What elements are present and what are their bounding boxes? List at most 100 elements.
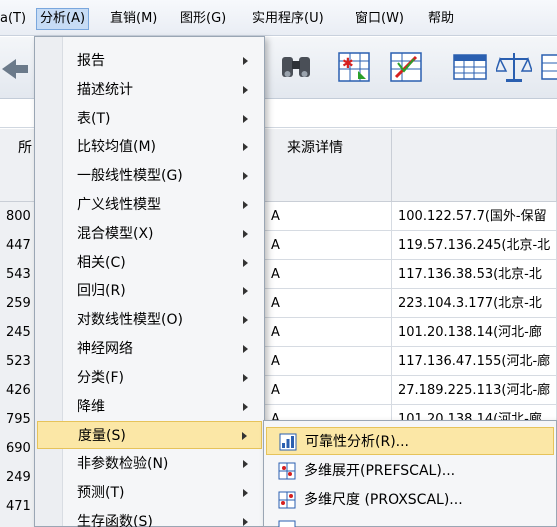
menu-item-label: 广义线性模型: [77, 197, 161, 213]
menu-item[interactable]: 一般线性模型(G): [37, 162, 262, 190]
menu-item[interactable]: 预测(T): [37, 479, 262, 507]
menu-item-label: 生存函数(S): [77, 513, 153, 527]
menu-utilities[interactable]: 实用程序(U): [252, 9, 324, 29]
submenu-arrow-icon: [243, 143, 248, 152]
menu-item[interactable]: 描述统计: [37, 76, 262, 104]
source-detail-cell[interactable]: 27.189.225.113(河北-廊: [392, 376, 557, 405]
submenu-arrow-icon: [243, 57, 248, 65]
submenu-arrow-icon: [243, 345, 248, 353]
menu-item[interactable]: 广义线性模型: [37, 191, 262, 219]
row-number-cell[interactable]: 245: [0, 318, 38, 347]
source-cell[interactable]: A: [265, 347, 392, 376]
menu-item[interactable]: 度量(S): [37, 421, 262, 450]
menu-item[interactable]: 对数线性模型(O): [37, 306, 262, 334]
svg-text:✱: ✱: [342, 56, 354, 72]
menu-item[interactable]: 相关(C): [37, 249, 262, 277]
submenu-arrow-icon: [243, 287, 248, 296]
row-number-cell[interactable]: 795: [0, 405, 38, 434]
split-file-icon[interactable]: [452, 49, 488, 85]
menu-item-label: 非参数检验(N): [77, 456, 169, 473]
column-header-source-detail[interactable]: 来源详情: [265, 129, 392, 202]
menu-item[interactable]: 降维: [37, 393, 262, 421]
menu-item-label: 一般线性模型(G): [77, 168, 183, 185]
menu-item[interactable]: 表(T): [37, 105, 262, 133]
column-header-3[interactable]: [392, 129, 557, 202]
menu-item-label: 分类(F): [77, 369, 124, 386]
submenu-item[interactable]: 多维尺度 (PROXSCAL)...: [266, 486, 554, 514]
menu-item-label: 混合模型(X): [77, 225, 154, 242]
menu-analyze[interactable]: 分析(A): [36, 8, 90, 30]
insert-cases-icon[interactable]: ✱: [336, 49, 372, 85]
column-header-1-label: 所: [18, 140, 32, 156]
row-number-cell[interactable]: 259: [0, 289, 38, 318]
menu-item[interactable]: 混合模型(X): [37, 220, 262, 248]
menu-utilities-truncated[interactable]: a(T): [0, 9, 26, 29]
submenu-arrow-icon: [243, 373, 248, 382]
submenu-arrow-icon: [243, 114, 248, 123]
menu-item[interactable]: 非参数检验(N): [37, 450, 262, 478]
source-cell[interactable]: A: [265, 202, 392, 231]
source-detail-cell[interactable]: 117.136.38.53(北京-北: [392, 260, 557, 289]
column-header-source-detail-label: 来源详情: [287, 140, 343, 156]
source-detail-cell[interactable]: 101.20.138.14(河北-廊: [392, 318, 557, 347]
menu-item-label: 回归(R): [77, 283, 126, 300]
row-number-cell[interactable]: 447: [0, 231, 38, 260]
row-number-cell[interactable]: 471: [0, 492, 38, 521]
submenu-arrow-icon: [243, 489, 248, 497]
menu-item[interactable]: 神经网络: [37, 335, 262, 363]
menu-window[interactable]: 窗口(W): [355, 9, 404, 29]
row-number-cell[interactable]: 800: [0, 202, 38, 231]
menu-item[interactable]: 回归(R): [37, 277, 262, 305]
menu-item[interactable]: 分类(F): [37, 364, 262, 392]
menu-graphs[interactable]: 图形(G): [180, 9, 226, 29]
source-detail-cell[interactable]: 119.57.136.245(北京-北: [392, 231, 557, 260]
select-cases-icon[interactable]: [540, 49, 557, 85]
row-number-cell[interactable]: 426: [0, 376, 38, 405]
source-cell[interactable]: A: [265, 260, 392, 289]
submenu-item-label: 多维尺度 (PROXSCAL)...: [304, 492, 463, 508]
source-cell[interactable]: A: [265, 231, 392, 260]
menu-item[interactable]: 生存函数(S): [37, 508, 262, 527]
insert-variable-icon[interactable]: [388, 49, 424, 85]
menu-item-label: 报告: [77, 53, 105, 69]
menu-item-label: 对数线性模型(O): [77, 312, 183, 329]
binoculars-icon[interactable]: [278, 49, 314, 85]
menu-item-label: 相关(C): [77, 254, 126, 271]
menu-direct-marketing[interactable]: 直销(M): [110, 9, 157, 29]
row-number-cell[interactable]: 523: [0, 347, 38, 376]
menu-item-label: 降维: [77, 398, 105, 415]
alscal-icon: [278, 520, 296, 527]
row-number-cell[interactable]: 249: [0, 463, 38, 492]
row-number-cell[interactable]: 397: [0, 521, 38, 527]
source-detail-cell[interactable]: 117.136.47.155(河北-廊: [392, 347, 557, 376]
row-number-cell[interactable]: 690: [0, 434, 38, 463]
source-detail-cell[interactable]: 223.104.3.177(北京-北: [392, 289, 557, 318]
menu-item-label: 表(T): [77, 110, 111, 127]
submenu-arrow-icon: [242, 432, 247, 441]
menu-help[interactable]: 帮助: [428, 9, 454, 29]
submenu-arrow-icon: [243, 402, 248, 411]
menu-item-label: 神经网络: [77, 341, 133, 357]
submenu-arrow-icon: [243, 460, 248, 469]
row-number-cell[interactable]: 543: [0, 260, 38, 289]
source-cell[interactable]: A: [265, 318, 392, 347]
submenu-item[interactable]: 可靠性分析(R)...: [266, 427, 554, 455]
source-cell[interactable]: A: [265, 289, 392, 318]
submenu-item[interactable]: [266, 515, 554, 527]
source-detail-cell[interactable]: 100.122.57.7(国外-保留: [392, 202, 557, 231]
analyze-menu: 报告描述统计表(T) 比较均值(M) 一般线性模型(G) 广义线性模型 混合模型(X) 相…: [34, 36, 265, 527]
weight-cases-icon[interactable]: [496, 49, 532, 85]
proxscal-icon: [278, 491, 296, 509]
prefscal-icon: [278, 462, 296, 480]
menu-item[interactable]: 比较均值(M): [37, 133, 262, 161]
submenu-item-label: 可靠性分析(R)...: [305, 434, 410, 450]
submenu-item[interactable]: 多维展开(PREFSCAL)...: [266, 457, 554, 485]
source-cell[interactable]: A: [265, 376, 392, 405]
menu-item[interactable]: 报告: [37, 47, 262, 75]
submenu-arrow-icon: [243, 201, 248, 209]
submenu-arrow-icon: [243, 517, 248, 526]
undo-icon[interactable]: [0, 49, 30, 85]
menu-item-label: 预测(T): [77, 485, 125, 501]
submenu-arrow-icon: [243, 172, 248, 181]
menubar: a(T) 分析(A) 直销(M) 图形(G) 实用程序(U) 窗口(W) 帮助: [0, 0, 557, 36]
